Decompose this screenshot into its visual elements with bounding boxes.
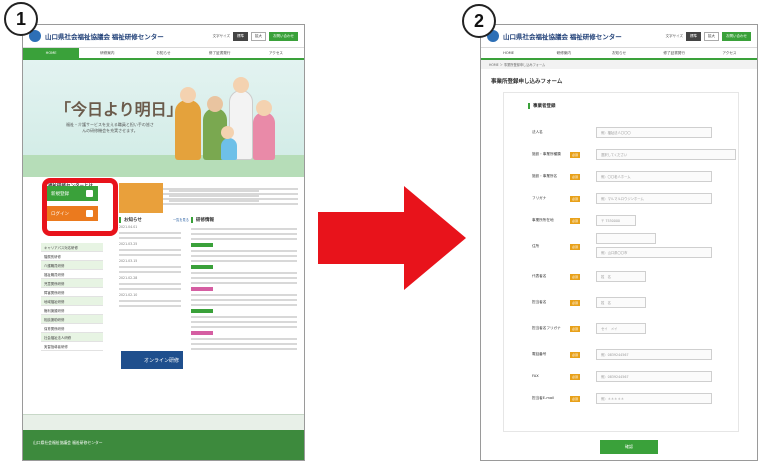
campaign-banner[interactable]	[119, 183, 163, 213]
sidebar-item[interactable]: 福祉職員研修	[41, 270, 103, 279]
global-nav: HOME 研修案内 お知らせ 修了証書発行 アクセス	[23, 47, 304, 60]
required-badge: 必須	[570, 300, 581, 306]
online-training-banner[interactable]: オンライン研修	[121, 351, 183, 369]
registration-form: 事業者登録 法人名 例）福祉法人〇〇〇 施設・事業所種類 必須 選択してください…	[503, 92, 739, 432]
form-row-corporation: 法人名 例）福祉法人〇〇〇	[504, 127, 738, 139]
nav-training[interactable]: 研修案内	[536, 48, 591, 58]
screen-1-top-page: 山口県社会福祉協議会 福祉研修センター 文字サイズ 標準 拡大 お問い合わせ H…	[22, 24, 305, 461]
required-badge: 必須	[570, 326, 581, 332]
nav-certificate[interactable]: 修了証書発行	[647, 48, 702, 58]
site-footer: 山口県社会福祉協議会 福祉研修センター	[23, 430, 304, 460]
sidebar-item[interactable]: 保育関係研修	[41, 324, 103, 333]
nav-news[interactable]: お知らせ	[591, 48, 646, 58]
font-size-normal-button[interactable]: 標準	[233, 31, 248, 41]
nav-certificate[interactable]: 修了証書発行	[192, 48, 248, 58]
form-row-phone: 電話番号 必須 例）0839244567	[504, 349, 738, 361]
required-badge: 必須	[570, 152, 581, 158]
news-list: 2021.04.01 2021.03.25 2021.03.15 2021.02…	[119, 225, 181, 310]
fax-input[interactable]: 例）0839244567	[596, 371, 712, 382]
nav-home[interactable]: HOME	[481, 48, 536, 58]
page-title: 事業所登録申し込みフォーム	[491, 79, 563, 85]
prefecture-select[interactable]	[596, 233, 656, 244]
news-heading: お知らせ	[119, 217, 142, 223]
news-more-link[interactable]: 一覧を見る	[173, 217, 189, 222]
breadcrumb: HOME ＞ 事業所登録申し込みフォーム	[481, 60, 757, 69]
required-badge: 必須	[570, 352, 581, 358]
highlight-box	[42, 178, 118, 236]
form-row-representative: 代表者名 必須 姓 名	[504, 271, 738, 283]
hero-title: 「今日より明日」	[55, 100, 183, 119]
sidebar-item[interactable]: 階層別研修	[41, 252, 103, 261]
required-badge: 必須	[570, 218, 581, 224]
sidebar-item[interactable]: 障害関係研修	[41, 288, 103, 297]
step-number-2: 2	[462, 4, 496, 38]
font-size-label: 文字サイズ	[665, 33, 683, 38]
form-row-furigana: フリガナ 必須 例）マルマルロウジンホーム	[504, 193, 738, 205]
corporation-name-input[interactable]: 例）福祉法人〇〇〇	[596, 127, 712, 138]
nav-news[interactable]: お知らせ	[135, 48, 191, 58]
facility-name-input[interactable]: 例）〇〇老人ホーム	[596, 171, 712, 182]
sidebar-item[interactable]: 介護職員研修	[41, 261, 103, 270]
facility-type-select[interactable]: 選択してください	[596, 149, 736, 160]
contact-person-input[interactable]: 姓 名	[596, 297, 646, 308]
form-row-email: 担当者E-mail 必須 例）＊＊＊＊＊	[504, 393, 738, 405]
footer-links	[23, 414, 304, 430]
form-row-contact-kana: 担当者名フリガナ 必須 セイ メイ	[504, 323, 738, 335]
required-badge: 必須	[570, 174, 581, 180]
illustration-person	[175, 100, 201, 160]
required-badge: 必須	[570, 196, 581, 202]
nav-access[interactable]: アクセス	[248, 48, 304, 58]
training-list	[191, 225, 297, 353]
arrow-right-icon	[318, 186, 466, 290]
form-row-address: 住所 必須 例）山口県〇〇市	[504, 233, 738, 258]
font-size-label: 文字サイズ	[212, 33, 230, 38]
required-badge: 必須	[570, 244, 581, 250]
sidebar-item[interactable]: 地域福祉研修	[41, 297, 103, 306]
font-size-large-button[interactable]: 拡大	[704, 31, 719, 41]
site-name: 山口県社会福祉協議会 福祉研修センター	[503, 34, 622, 41]
illustration-child	[221, 138, 237, 160]
email-input[interactable]: 例）＊＊＊＊＊	[596, 393, 712, 404]
representative-name-input[interactable]: 姓 名	[596, 271, 646, 282]
address-input[interactable]: 例）山口県〇〇市	[596, 247, 712, 258]
form-row-facility-type: 施設・事業所種類 必須 選択してください	[504, 149, 738, 161]
font-size-normal-button[interactable]: 標準	[686, 31, 701, 41]
site-header: 山口県社会福祉協議会 福祉研修センター 文字サイズ 標準 拡大 お問い合わせ	[481, 25, 757, 47]
confirm-button[interactable]: 確認	[600, 440, 658, 454]
global-nav: HOME 研修案内 お知らせ 修了証書発行 アクセス	[481, 47, 757, 60]
site-name: 山口県社会福祉協議会 福祉研修センター	[45, 34, 164, 41]
postal-code-input[interactable]: 〒 7530000	[596, 215, 636, 226]
form-row-postal: 事業所所在地 必須 〒 7530000	[504, 215, 738, 227]
illustration-person	[253, 112, 275, 160]
hero-banner: 「今日より明日」 福祉・介護サービスを支える職員と担い手の皆さんの研修機会を充実…	[23, 60, 304, 177]
sidebar-item[interactable]: 児童関係研修	[41, 279, 103, 288]
contact-button[interactable]: お問い合わせ	[722, 31, 751, 41]
footer-site-name: 山口県社会福祉協議会 福祉研修センター	[33, 440, 103, 445]
site-header: 山口県社会福祉協議会 福祉研修センター 文字サイズ 標準 拡大 お問い合わせ	[23, 25, 304, 47]
step-number-1: 1	[4, 2, 38, 36]
training-heading: 研修情報	[191, 217, 214, 223]
sidebar-item[interactable]: 実習指導者研修	[41, 342, 103, 351]
required-badge: 必須	[570, 374, 581, 380]
nav-access[interactable]: アクセス	[702, 48, 757, 58]
nav-home[interactable]: HOME	[23, 48, 80, 58]
form-section-heading: 事業者登録	[528, 103, 556, 109]
sidebar-item[interactable]: 権利擁護研修	[41, 306, 103, 315]
furigana-input[interactable]: 例）マルマルロウジンホーム	[596, 193, 712, 204]
sidebar-item[interactable]: 社会福祉法人研修	[41, 333, 103, 342]
sidebar-item[interactable]: 相談援助研修	[41, 315, 103, 324]
phone-input[interactable]: 例）0839244567	[596, 349, 712, 360]
required-badge: 必須	[570, 396, 581, 402]
contact-kana-input[interactable]: セイ メイ	[596, 323, 646, 334]
required-badge: 必須	[570, 274, 581, 280]
form-row-contact-person: 担当者名 必須 姓 名	[504, 297, 738, 309]
sidebar-menu: キャリアパス対応研修 階層別研修 介護職員研修 福祉職員研修 児童関係研修 障害…	[41, 243, 103, 351]
form-row-fax: FAX 必須 例）0839244567	[504, 371, 738, 383]
contact-button[interactable]: お問い合わせ	[269, 31, 298, 41]
form-row-facility-name: 施設・事業所名 必須 例）〇〇老人ホーム	[504, 171, 738, 183]
nav-training[interactable]: 研修案内	[79, 48, 135, 58]
sidebar-item[interactable]: キャリアパス対応研修	[41, 243, 103, 252]
hero-subtitle: 福祉・介護サービスを支える職員と担い手の皆さんの研修機会を充実させます。	[66, 122, 154, 133]
font-size-large-button[interactable]: 拡大	[251, 31, 266, 41]
